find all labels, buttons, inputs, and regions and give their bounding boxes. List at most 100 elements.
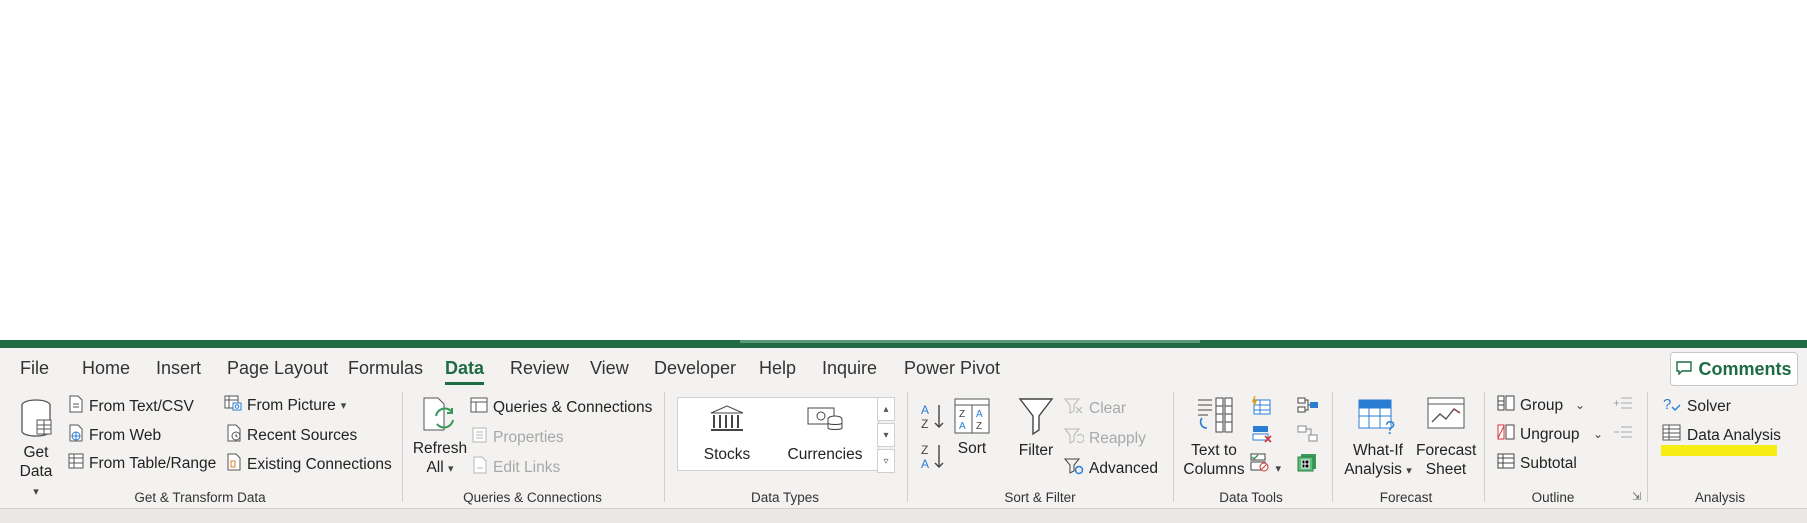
flash-fill-button[interactable] — [1251, 395, 1273, 421]
from-picture-label: From Picture — [247, 396, 336, 414]
svg-text:Z: Z — [959, 409, 965, 420]
group-label: Group — [1520, 396, 1564, 414]
comment-icon — [1676, 359, 1693, 380]
tab-insert[interactable]: Insert — [156, 358, 201, 379]
stocks-button[interactable]: Stocks — [700, 404, 754, 464]
what-if-label-1: What-If — [1353, 442, 1403, 459]
tab-home[interactable]: Home — [82, 358, 130, 379]
sort-descending-button[interactable]: ZA — [920, 442, 946, 475]
group-separator — [907, 392, 908, 502]
from-table-range-button[interactable]: From Table/Range — [68, 453, 216, 474]
consolidate-button[interactable] — [1297, 396, 1319, 421]
svg-text:?: ? — [1663, 396, 1671, 413]
refresh-icon — [412, 396, 468, 439]
solver-button[interactable]: ? Solver — [1662, 395, 1731, 418]
reapply-button[interactable]: Reapply — [1063, 427, 1146, 450]
tab-formulas[interactable]: Formulas — [348, 358, 423, 379]
remove-duplicates-button[interactable] — [1251, 424, 1273, 449]
advanced-filter-button[interactable]: Advanced — [1063, 457, 1158, 480]
tab-power-pivot[interactable]: Power Pivot — [904, 358, 1000, 379]
data-analysis-icon — [1662, 424, 1682, 447]
data-types-scroll: ▴ ▾ ▿ — [877, 397, 895, 473]
from-text-csv-button[interactable]: From Text/CSV — [68, 395, 194, 418]
recent-sources-button[interactable]: Recent Sources — [226, 424, 357, 447]
svg-text:A: A — [976, 409, 983, 420]
edit-links-icon — [472, 456, 488, 479]
sort-ascending-button[interactable]: AZ — [920, 402, 946, 435]
group-chevron-down-icon[interactable]: ⌄ — [1575, 398, 1585, 412]
data-analysis-button[interactable]: Data Analysis — [1662, 424, 1781, 447]
more-icon[interactable]: ▿ — [877, 449, 895, 473]
sort-label: Sort — [957, 440, 987, 457]
existing-connections-button[interactable]: Existing Connections — [226, 453, 392, 476]
clear-filter-button[interactable]: Clear — [1063, 397, 1126, 420]
filter-button[interactable]: Filter — [1014, 396, 1058, 460]
svg-text:A: A — [959, 421, 966, 432]
consolidate-icon — [1297, 397, 1319, 420]
chevron-down-icon: ▾ — [1275, 463, 1281, 475]
reapply-icon — [1063, 427, 1085, 450]
chevron-down-icon: ▾ — [448, 463, 454, 475]
reapply-label: Reapply — [1089, 429, 1146, 447]
group-separator — [1332, 392, 1333, 502]
chevron-down-icon: ▾ — [340, 400, 347, 412]
tab-file[interactable]: File — [20, 358, 49, 379]
group-label-forecast: Forecast — [1379, 490, 1433, 505]
properties-icon — [472, 427, 488, 448]
group-separator — [402, 392, 403, 502]
ungroup-chevron-down-icon[interactable]: ⌄ — [1593, 427, 1603, 441]
forecast-sheet-button[interactable]: Forecast Sheet — [1416, 396, 1476, 479]
scroll-down-icon[interactable]: ▾ — [877, 423, 895, 447]
show-detail-button[interactable] — [1613, 396, 1633, 415]
tab-developer[interactable]: Developer — [654, 358, 736, 379]
tab-help[interactable]: Help — [759, 358, 796, 379]
properties-button[interactable]: Properties — [472, 427, 564, 448]
sort-descending-icon: ZA — [920, 443, 946, 474]
tab-data[interactable]: Data — [445, 358, 485, 385]
scroll-up-icon[interactable]: ▴ — [877, 397, 895, 421]
hide-detail-button[interactable] — [1613, 425, 1633, 444]
sort-button[interactable]: ZAAZ Sort — [952, 398, 992, 458]
refresh-all-button[interactable]: Refresh All ▾ — [412, 396, 468, 479]
tab-page-layout[interactable]: Page Layout — [227, 358, 328, 379]
queries-connections-icon — [470, 397, 488, 418]
text-to-columns-label-1: Text to — [1191, 442, 1237, 459]
advanced-label: Advanced — [1089, 459, 1158, 477]
tab-review[interactable]: Review — [510, 358, 569, 379]
refresh-label-2: All — [426, 459, 444, 476]
ungroup-button[interactable]: Ungroup — [1497, 424, 1579, 445]
comments-label: Comments — [1698, 358, 1792, 379]
edit-links-button[interactable]: Edit Links — [472, 456, 560, 479]
data-model-icon — [1297, 454, 1319, 476]
data-validation-button[interactable]: ▾ — [1249, 452, 1281, 477]
relationships-button[interactable] — [1297, 424, 1319, 449]
tab-view[interactable]: View — [590, 358, 629, 379]
data-analysis-label: Data Analysis — [1687, 426, 1781, 444]
text-to-columns-icon — [1182, 396, 1246, 441]
from-web-button[interactable]: From Web — [68, 424, 161, 447]
text-to-columns-button[interactable]: Text to Columns — [1182, 396, 1246, 479]
svg-text:Z: Z — [976, 421, 982, 432]
group-button[interactable]: Group — [1497, 395, 1563, 416]
data-model-button[interactable] — [1297, 452, 1319, 477]
existing-connections-icon — [226, 453, 242, 476]
get-data-label-1: Get — [23, 444, 49, 461]
from-picture-button[interactable]: From Picture ▾ — [224, 395, 346, 416]
svg-text:Z: Z — [921, 417, 928, 430]
tab-inquire[interactable]: Inquire — [822, 358, 877, 379]
recent-sources-icon — [226, 424, 242, 447]
dialog-launcher-icon[interactable]: ⇲ — [1632, 490, 1641, 503]
group-label-data-types: Data Types — [750, 490, 820, 505]
worksheet-area — [0, 0, 1807, 340]
get-data-button[interactable]: Get Data ▾ — [16, 398, 56, 502]
group-label-outline: Outline — [1531, 490, 1575, 505]
currencies-button[interactable]: Currencies — [786, 404, 864, 464]
queries-connections-button[interactable]: Queries & Connections — [470, 397, 652, 418]
table-icon — [68, 453, 84, 474]
filter-icon — [1014, 396, 1058, 441]
svg-text:A: A — [921, 457, 929, 470]
bank-icon — [700, 404, 754, 439]
subtotal-button[interactable]: Subtotal — [1497, 453, 1577, 474]
what-if-analysis-button[interactable]: ? What-If Analysis ▾ — [1340, 396, 1416, 481]
comments-button[interactable]: Comments — [1670, 352, 1798, 386]
